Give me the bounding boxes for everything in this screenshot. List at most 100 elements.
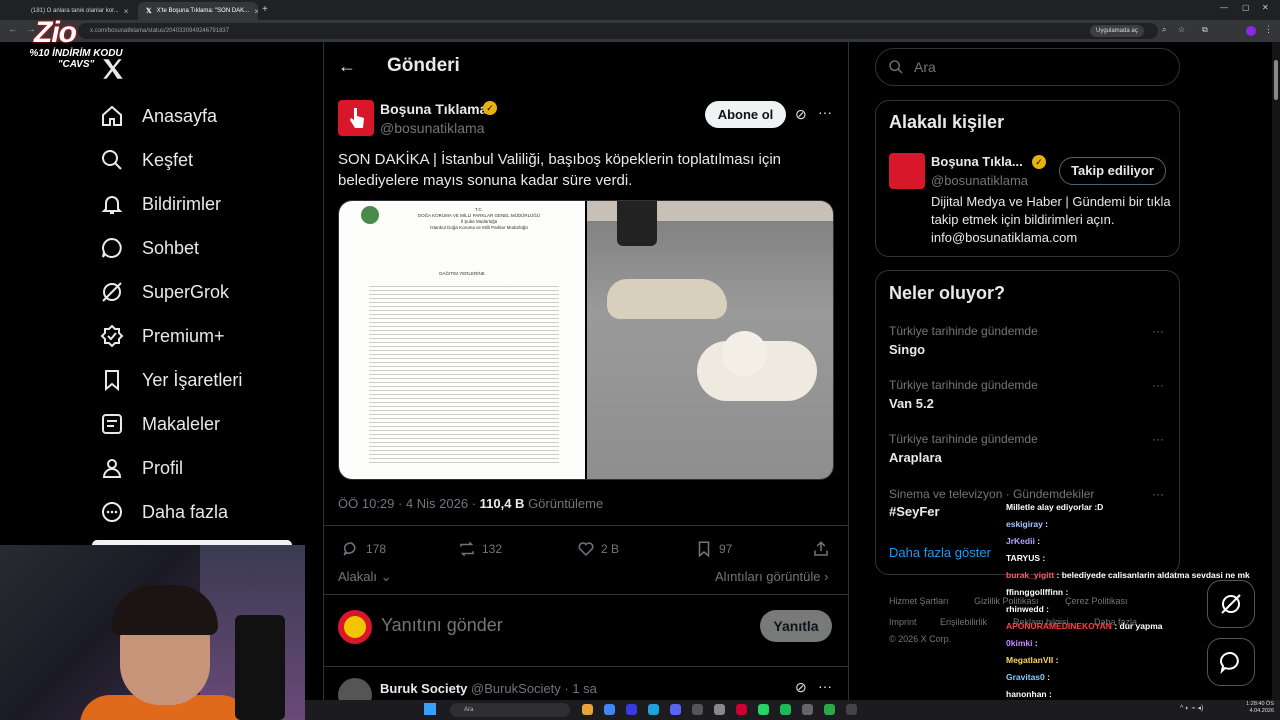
- system-tray-icons[interactable]: ^ ◐ ⌁ ◂): [1180, 704, 1203, 712]
- nav-chat[interactable]: Sohbet: [100, 232, 199, 264]
- app-icon[interactable]: [714, 704, 725, 715]
- grok-icon[interactable]: ⊘: [795, 679, 807, 696]
- browser-tab-x[interactable]: 𝕏 X'te Boşuna Tıklama: "SON DAK... ×: [138, 2, 258, 20]
- chat-text: : dur yapma: [1111, 621, 1163, 631]
- dog-photo[interactable]: [587, 201, 833, 479]
- x-logo-icon[interactable]: [100, 56, 126, 82]
- nav-more[interactable]: Daha fazla: [100, 496, 228, 528]
- app-icon[interactable]: [736, 704, 747, 715]
- reply-input[interactable]: Yanıtını gönder: [381, 615, 503, 636]
- app-icon[interactable]: [626, 704, 637, 715]
- search-input[interactable]: Ara: [875, 48, 1180, 86]
- nav-home[interactable]: Anasayfa: [100, 100, 217, 132]
- back-icon[interactable]: ←: [8, 24, 18, 35]
- url-input[interactable]: x.com/bosunatiklama/status/2040330949246…: [78, 23, 1158, 39]
- footer-link[interactable]: Çerez Politikası: [1065, 596, 1128, 606]
- minimize-icon[interactable]: —: [1220, 3, 1228, 12]
- more-options-icon[interactable]: ···: [818, 678, 832, 694]
- trend-name[interactable]: #SeyFer: [889, 504, 940, 519]
- discord-icon[interactable]: [670, 704, 681, 715]
- trend-name[interactable]: Singo: [889, 342, 925, 357]
- relevant-name[interactable]: Boşuna Tıkla...: [931, 154, 1023, 169]
- nav-premium[interactable]: Premium+: [100, 320, 225, 352]
- grok-fab[interactable]: [1207, 580, 1255, 628]
- maximize-icon[interactable]: ▢: [1242, 3, 1250, 12]
- scrollbar[interactable]: [1272, 42, 1280, 700]
- chat-username: hanonhan: [1006, 689, 1047, 699]
- open-in-app-button[interactable]: Uygulamada aç: [1090, 25, 1144, 37]
- reply-button[interactable]: Yanıtla: [760, 610, 832, 642]
- file-explorer-icon[interactable]: [582, 704, 593, 715]
- more-icon: [102, 502, 122, 522]
- more-options-icon[interactable]: ···: [1152, 487, 1164, 501]
- close-window-icon[interactable]: ✕: [1262, 3, 1269, 12]
- close-tab-icon[interactable]: ×: [254, 7, 258, 16]
- nav-profile[interactable]: Profil: [100, 452, 183, 484]
- bookmark-action[interactable]: 97: [695, 540, 732, 558]
- author-handle[interactable]: @bosunatiklama: [380, 120, 485, 136]
- relevant-avatar[interactable]: [889, 153, 925, 189]
- start-icon[interactable]: [424, 703, 436, 715]
- edge-icon[interactable]: [648, 704, 659, 715]
- more-options-icon[interactable]: ···: [1152, 378, 1164, 392]
- grok-icon[interactable]: ⊘: [795, 106, 807, 123]
- more-options-icon[interactable]: ···: [1152, 324, 1164, 338]
- next-post-author[interactable]: Buruk Society: [380, 681, 467, 696]
- nav-label: Makaleler: [142, 413, 221, 434]
- subscribe-button[interactable]: Abone ol: [705, 101, 786, 128]
- scrollbar-thumb[interactable]: [1274, 60, 1278, 100]
- post-media[interactable]: T.C. DOĞA KORUMA VE MİLLİ PARKLAR GENEL …: [338, 200, 834, 480]
- sort-dropdown[interactable]: Alakalı ⌄: [338, 569, 392, 585]
- author-avatar[interactable]: [338, 100, 374, 136]
- chrome-icon[interactable]: [604, 704, 615, 715]
- author-name[interactable]: Boşuna Tıklama: [380, 101, 487, 117]
- trend-name[interactable]: Van 5.2: [889, 396, 934, 411]
- spotify-icon[interactable]: [780, 704, 791, 715]
- extensions-icon[interactable]: ⧉: [1202, 25, 1208, 35]
- nav-articles[interactable]: Makaleler: [100, 408, 220, 440]
- whatsapp-icon[interactable]: [758, 704, 769, 715]
- settings-icon[interactable]: [692, 704, 703, 715]
- relevant-handle[interactable]: @bosunatiklama: [931, 173, 1028, 188]
- nav-supergrok[interactable]: SuperGrok: [100, 276, 229, 308]
- next-post-handle[interactable]: @BurukSociety · 1 sa: [471, 681, 597, 696]
- new-tab-button[interactable]: +: [262, 4, 268, 15]
- repost-action[interactable]: 132: [458, 540, 502, 558]
- taskbar-search[interactable]: Ara: [450, 703, 570, 717]
- more-options-icon[interactable]: ···: [1152, 432, 1164, 446]
- nav-explore[interactable]: Keşfet: [100, 144, 193, 176]
- ministry-logo: [361, 206, 379, 224]
- footer-link[interactable]: Imprint: [889, 617, 917, 627]
- current-user-avatar[interactable]: [338, 610, 372, 644]
- like-action[interactable]: 2 B: [577, 540, 619, 558]
- reply-action[interactable]: 178: [342, 540, 386, 558]
- back-arrow-icon[interactable]: ←: [338, 56, 356, 77]
- close-tab-icon[interactable]: ×: [124, 7, 129, 16]
- zoom-icon[interactable]: ⌕: [1162, 25, 1166, 35]
- app-icon[interactable]: [846, 704, 857, 715]
- nav-notifications[interactable]: Bildirimler: [100, 188, 221, 220]
- show-more-link[interactable]: Daha fazla göster: [889, 545, 991, 560]
- more-options-icon[interactable]: ···: [818, 104, 832, 120]
- divider: [323, 594, 849, 595]
- chat-username: JrKedii: [1006, 536, 1035, 546]
- share-action[interactable]: [812, 540, 830, 558]
- footer-link[interactable]: Hizmet Şartları: [889, 596, 949, 606]
- app-icon[interactable]: [802, 704, 813, 715]
- footer-link[interactable]: Erişilebilirlik: [940, 617, 987, 627]
- taskbar-clock[interactable]: 1:28:40 ÖS 4.04.2026: [1240, 701, 1274, 715]
- view-quotes-link[interactable]: Alıntıları görüntüle ›: [715, 569, 828, 584]
- app-icon[interactable]: [824, 704, 835, 715]
- trend-name[interactable]: Araplara: [889, 450, 942, 465]
- nav-bookmarks[interactable]: Yer İşaretleri: [100, 364, 242, 396]
- star-icon[interactable]: ☆: [1178, 25, 1185, 34]
- chat-message: burak_yigitt : belediyede calisanlarin a…: [1006, 570, 1250, 580]
- document-image[interactable]: T.C. DOĞA KORUMA VE MİLLİ PARKLAR GENEL …: [339, 201, 585, 479]
- following-button[interactable]: Takip ediliyor: [1059, 157, 1166, 185]
- messages-fab[interactable]: [1207, 638, 1255, 686]
- chat-message: hanonhan :: [1006, 689, 1052, 699]
- premium-icon: [100, 324, 124, 348]
- quotes-label: Alıntıları görüntüle: [715, 569, 821, 584]
- profile-avatar[interactable]: [1246, 26, 1256, 36]
- menu-icon[interactable]: ⋮: [1264, 24, 1273, 35]
